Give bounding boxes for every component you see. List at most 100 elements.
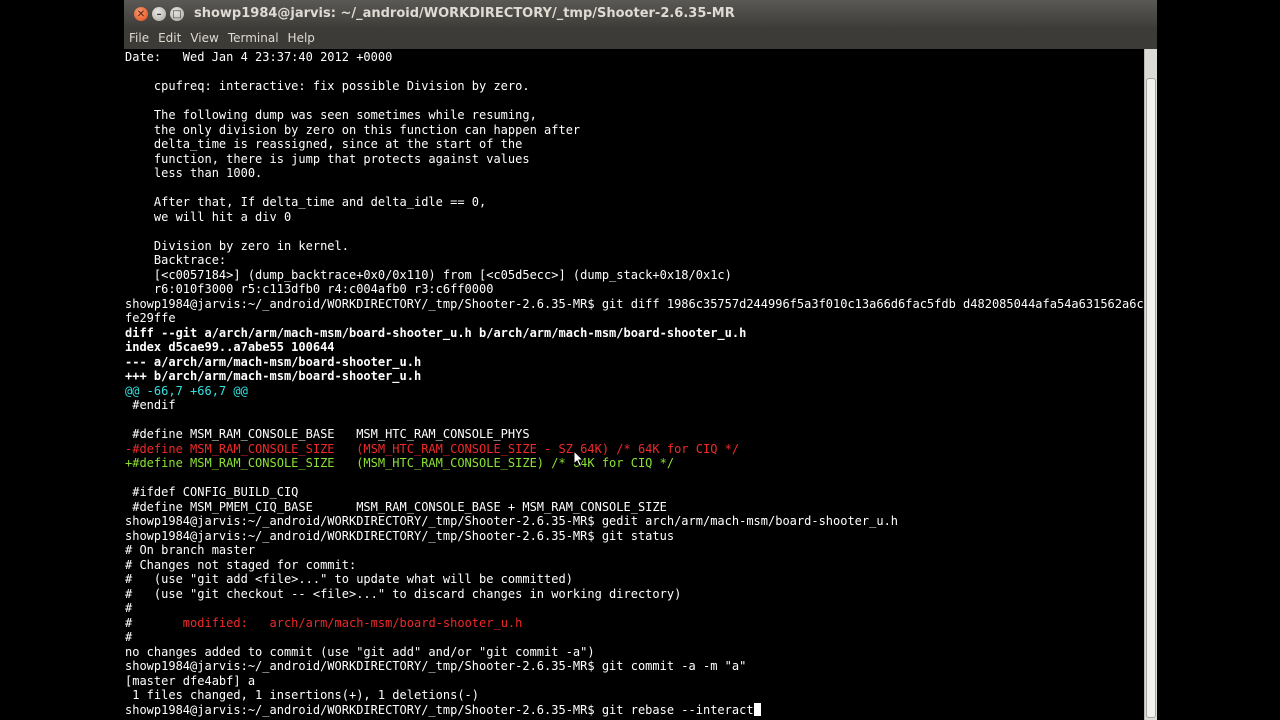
terminal-line: [<c0057184>] (dump_backtrace+0x0/0x110) … — [125, 268, 1144, 283]
terminal-line-text: The following dump was seen sometimes wh… — [125, 108, 537, 122]
terminal-line: #define MSM_PMEM_CIQ_BASE MSM_RAM_CONSOL… — [125, 500, 1144, 515]
terminal-line-text: [master dfe4abf] a — [125, 673, 256, 688]
menu-terminal[interactable]: Terminal — [224, 28, 283, 49]
terminal-line-text: cpufreq: interactive: fix possible Divis… — [125, 79, 530, 93]
terminal-line: The following dump was seen sometimes wh… — [125, 108, 1144, 123]
terminal-line-text: function, there is jump that protects ag… — [125, 151, 530, 166]
terminal-line-text: @@ -66,7 +66,7 @@ — [125, 383, 248, 398]
terminal-line-text: Date: Wed Jan 4 23:37:40 2012 +0000 — [125, 50, 393, 64]
terminal-line: function, there is jump that protects ag… — [125, 152, 1144, 167]
text-cursor — [753, 702, 761, 716]
terminal-line-text: diff --git a/arch/arm/mach-msm/board-sho… — [125, 325, 747, 340]
terminal-line-text: the only division by zero on this functi… — [125, 122, 581, 137]
terminal-line: #endif — [125, 398, 1144, 413]
terminal-line: less than 1000. — [125, 166, 1144, 181]
maximize-icon[interactable]: □ — [170, 7, 184, 21]
terminal-line-text: Division by zero in kernel. — [125, 238, 349, 253]
terminal-line-text: we will hit a div 0 — [125, 209, 292, 224]
scrollbar-thumb[interactable] — [1146, 78, 1156, 718]
terminal-line: no changes added to commit (use "git add… — [125, 645, 1144, 660]
terminal-line: # — [125, 601, 1144, 616]
menu-view[interactable]: View — [186, 28, 222, 49]
terminal-line: # modified: arch/arm/mach-msm/board-shoo… — [125, 616, 1144, 631]
terminal-line: # — [125, 630, 1144, 645]
terminal-line-text: #define MSM_RAM_CONSOLE_BASE MSM_HTC_RAM… — [125, 427, 530, 441]
terminal-line-text: 1 files changed, 1 insertions(+), 1 dele… — [125, 688, 480, 702]
terminal-line-text: fe29ffe — [125, 311, 176, 325]
terminal-line: +#define MSM_RAM_CONSOLE_SIZE (MSM_HTC_R… — [125, 456, 1144, 471]
terminal-line-text: showp1984@jarvis:~/_android/WORKDIRECTOR… — [125, 514, 899, 528]
terminal-line: the only division by zero on this functi… — [125, 123, 1144, 138]
terminal-line-text: #define MSM_PMEM_CIQ_BASE MSM_RAM_CONSOL… — [125, 499, 667, 514]
terminal-line: --- a/arch/arm/mach-msm/board-shooter_u.… — [125, 355, 1144, 370]
terminal-line-text: showp1984@jarvis:~/_android/WORKDIRECTOR… — [125, 659, 747, 673]
terminal-lines: Date: Wed Jan 4 23:37:40 2012 +0000 cpuf… — [125, 50, 1144, 717]
window-title: showp1984@jarvis: ~/_android/WORKDIRECTO… — [194, 6, 735, 21]
terminal-line: showp1984@jarvis:~/_android/WORKDIRECTOR… — [125, 529, 1144, 544]
terminal-line-text: # On branch master — [125, 543, 256, 557]
terminal-line-text: +++ b/arch/arm/mach-msm/board-shooter_u.… — [125, 369, 422, 383]
terminal-line-text: -#define MSM_RAM_CONSOLE_SIZE (MSM_HTC_R… — [125, 441, 740, 456]
terminal-line: [master dfe4abf] a — [125, 674, 1144, 689]
terminal-line: showp1984@jarvis:~/_android/WORKDIRECTOR… — [125, 297, 1144, 312]
terminal-line: Backtrace: — [125, 253, 1144, 268]
terminal-line: Date: Wed Jan 4 23:37:40 2012 +0000 — [125, 50, 1144, 65]
terminal-line-text: showp1984@jarvis:~/_android/WORKDIRECTOR… — [125, 702, 754, 717]
terminal-line: showp1984@jarvis:~/_android/WORKDIRECTOR… — [125, 702, 1144, 718]
terminal-line-text: index d5cae99..a7abe55 100644 — [125, 340, 335, 354]
vertical-scrollbar[interactable] — [1144, 49, 1157, 720]
terminal-line-text: showp1984@jarvis:~/_android/WORKDIRECTOR… — [125, 528, 675, 543]
terminal-line-text: # (use "git checkout -- <file>..." to di… — [125, 586, 682, 601]
terminal-line-text: [<c0057184>] (dump_backtrace+0x0/0x110) … — [125, 267, 732, 282]
terminal-line-text: less than 1000. — [125, 166, 263, 180]
terminal-line: # Changes not staged for commit: — [125, 558, 1144, 573]
terminal-line: cpufreq: interactive: fix possible Divis… — [125, 79, 1144, 94]
terminal-line-text: #endif — [125, 398, 176, 412]
terminal-line-text: # Changes not staged for commit: — [125, 557, 357, 572]
terminal-line: index d5cae99..a7abe55 100644 — [125, 340, 1144, 355]
terminal-line-text: delta_time is reassigned, since at the s… — [125, 137, 523, 151]
terminal-line-text: r6:010f3000 r5:c113dfb0 r4:c004afb0 r3:c… — [125, 282, 494, 296]
terminal-line-text: # (use "git add <file>..." to update wha… — [125, 572, 573, 586]
terminal-line: showp1984@jarvis:~/_android/WORKDIRECTOR… — [125, 514, 1144, 529]
terminal-line: showp1984@jarvis:~/_android/WORKDIRECTOR… — [125, 659, 1144, 674]
menu-help[interactable]: Help — [284, 28, 319, 49]
terminal-line-text: # — [125, 630, 133, 644]
terminal-line: fe29ffe — [125, 311, 1144, 326]
terminal-line-text: # — [125, 601, 133, 615]
terminal-line-text: Backtrace: — [125, 253, 227, 267]
terminal-line: we will hit a div 0 — [125, 210, 1144, 225]
terminal-line-highlight: modified: arch/arm/mach-msm/board-shoote… — [132, 615, 523, 630]
terminal-line: +++ b/arch/arm/mach-msm/board-shooter_u.… — [125, 369, 1144, 384]
terminal-line-text: --- a/arch/arm/mach-msm/board-shooter_u.… — [125, 354, 422, 369]
terminal-line: # (use "git add <file>..." to update wha… — [125, 572, 1144, 587]
terminal-line: diff --git a/arch/arm/mach-msm/board-sho… — [125, 326, 1144, 341]
terminal-line-text: #ifdef CONFIG_BUILD_CIQ — [125, 485, 299, 499]
title-bar[interactable]: ✕ – □ showp1984@jarvis: ~/_android/WORKD… — [124, 0, 1157, 29]
terminal-line: #define MSM_RAM_CONSOLE_BASE MSM_HTC_RAM… — [125, 427, 1144, 442]
terminal-output[interactable]: Date: Wed Jan 4 23:37:40 2012 +0000 cpuf… — [124, 49, 1144, 720]
terminal-line: r6:010f3000 r5:c113dfb0 r4:c004afb0 r3:c… — [125, 282, 1144, 297]
terminal-line: @@ -66,7 +66,7 @@ — [125, 384, 1144, 399]
terminal-line: # (use "git checkout -- <file>..." to di… — [125, 587, 1144, 602]
terminal-line-text: After that, If delta_time and delta_idle… — [125, 195, 487, 209]
menu-file[interactable]: File — [125, 28, 153, 49]
terminal-line-text: no changes added to commit (use "git add… — [125, 644, 595, 659]
close-icon[interactable]: ✕ — [134, 7, 148, 21]
terminal-line: #ifdef CONFIG_BUILD_CIQ — [125, 485, 1144, 500]
terminal-line: 1 files changed, 1 insertions(+), 1 dele… — [125, 688, 1144, 703]
menu-edit[interactable]: Edit — [154, 28, 185, 49]
menu-bar: File Edit View Terminal Help — [124, 28, 1157, 50]
terminal-line: After that, If delta_time and delta_idle… — [125, 195, 1144, 210]
minimize-icon[interactable]: – — [152, 7, 166, 21]
terminal-window: ✕ – □ showp1984@jarvis: ~/_android/WORKD… — [124, 0, 1157, 720]
terminal-line: # On branch master — [125, 543, 1144, 558]
terminal-line-text: showp1984@jarvis:~/_android/WORKDIRECTOR… — [125, 296, 1144, 311]
terminal-line: -#define MSM_RAM_CONSOLE_SIZE (MSM_HTC_R… — [125, 442, 1144, 457]
